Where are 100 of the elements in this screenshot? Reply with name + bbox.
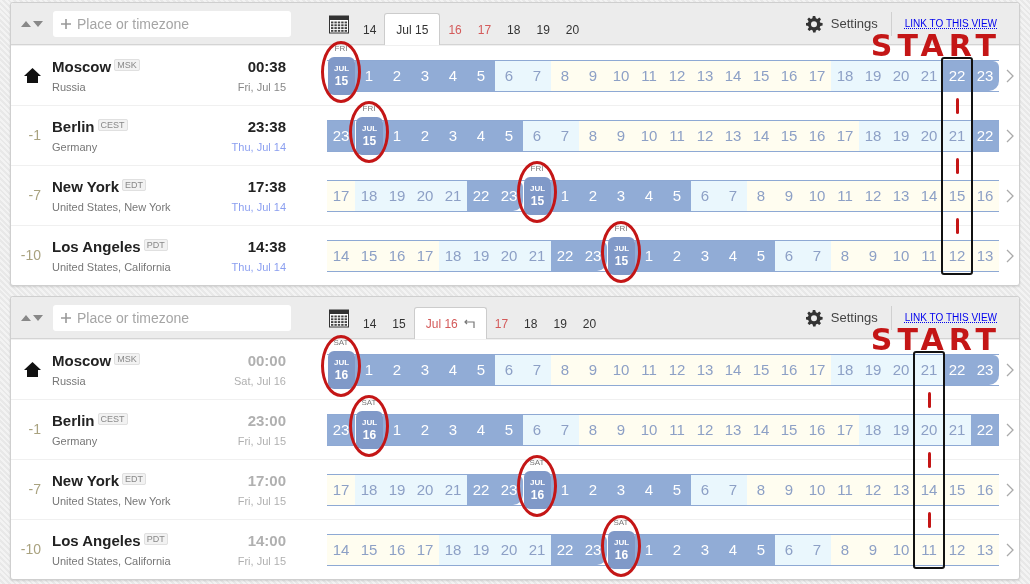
hour-cell[interactable]: 16 <box>775 354 803 385</box>
hour-cell[interactable]: 23 <box>495 474 523 505</box>
hour-cell[interactable]: 10 <box>635 120 663 151</box>
hour-cell[interactable]: 7 <box>523 354 551 385</box>
hour-cell[interactable]: 21 <box>439 180 467 211</box>
hour-cell[interactable]: 5 <box>663 180 691 211</box>
hour-cell[interactable]: 5 <box>495 120 523 151</box>
hour-cell[interactable]: 3 <box>691 534 719 565</box>
hour-cell[interactable]: 8 <box>551 354 579 385</box>
hour-cell[interactable]: 8 <box>831 534 859 565</box>
hour-cell[interactable]: 18 <box>859 414 887 445</box>
day-tab[interactable]: 20 <box>574 307 605 339</box>
hour-cell[interactable]: 8 <box>747 474 775 505</box>
hour-cell[interactable]: 16 <box>383 240 411 271</box>
hour-cell[interactable]: 11 <box>831 474 859 505</box>
hour-cell[interactable]: 19 <box>887 120 915 151</box>
hour-cell[interactable]: 9 <box>607 414 635 445</box>
hour-cell[interactable]: 15 <box>355 240 383 271</box>
day-tab[interactable]: 16 <box>440 13 470 45</box>
hour-cell[interactable]: 8 <box>747 180 775 211</box>
hour-cell[interactable]: 3 <box>411 60 439 91</box>
hour-cell[interactable]: 6 <box>495 354 523 385</box>
hour-cell[interactable]: 16 <box>383 534 411 565</box>
date-cell[interactable]: JUL 15 <box>328 56 355 95</box>
hour-cell[interactable]: 13 <box>691 60 719 91</box>
hour-cell[interactable]: 23 <box>327 414 355 445</box>
hour-cell[interactable]: 14 <box>327 240 355 271</box>
hour-cell[interactable]: 15 <box>747 60 775 91</box>
day-tab[interactable]: Jul 16 <box>413 307 487 339</box>
chevron-right-icon[interactable] <box>1005 128 1015 143</box>
hour-cell[interactable]: 3 <box>607 180 635 211</box>
hour-cell[interactable]: 7 <box>803 534 831 565</box>
hour-cell[interactable]: 13 <box>887 180 915 211</box>
hour-cell[interactable]: 11 <box>915 534 943 565</box>
hour-cell[interactable]: 10 <box>635 414 663 445</box>
hour-cell[interactable]: 17 <box>803 354 831 385</box>
hour-cell[interactable]: 12 <box>859 180 887 211</box>
hour-cell[interactable]: 10 <box>887 534 915 565</box>
hour-cell[interactable]: 4 <box>439 354 467 385</box>
hour-cell[interactable]: 12 <box>943 240 971 271</box>
hour-cell[interactable]: 21 <box>915 354 943 385</box>
hour-cell[interactable]: 1 <box>383 414 411 445</box>
hour-cell[interactable]: 2 <box>411 414 439 445</box>
hour-cell[interactable]: 10 <box>803 474 831 505</box>
hour-cell[interactable]: 13 <box>719 414 747 445</box>
return-icon[interactable] <box>462 318 475 329</box>
hour-cell[interactable]: 19 <box>383 180 411 211</box>
hour-cell[interactable]: 6 <box>691 180 719 211</box>
hour-cell[interactable]: 16 <box>803 414 831 445</box>
hour-cell[interactable]: 14 <box>915 474 943 505</box>
day-tab[interactable]: 19 <box>545 307 575 339</box>
hour-cell[interactable]: 19 <box>859 60 887 91</box>
hour-cell[interactable]: 4 <box>439 60 467 91</box>
chevron-right-icon[interactable] <box>1005 248 1015 263</box>
hour-cell[interactable]: 18 <box>831 60 859 91</box>
hour-cell[interactable]: 13 <box>971 534 999 565</box>
hour-cell[interactable]: 18 <box>355 474 383 505</box>
date-cell[interactable]: JUL 16 <box>608 530 635 569</box>
hour-cell[interactable]: 8 <box>579 414 607 445</box>
hour-cell[interactable]: 23 <box>327 120 355 151</box>
hour-cell[interactable]: 5 <box>747 240 775 271</box>
hour-cell[interactable]: 10 <box>607 60 635 91</box>
date-cell[interactable]: JUL 16 <box>356 410 383 449</box>
hour-cell[interactable]: 20 <box>495 240 523 271</box>
hour-cell[interactable]: 13 <box>971 240 999 271</box>
chevron-right-icon[interactable] <box>1005 362 1015 377</box>
hour-cell[interactable]: 11 <box>635 60 663 91</box>
hour-cell[interactable]: 18 <box>439 240 467 271</box>
hour-cell[interactable]: 20 <box>411 474 439 505</box>
hour-cell[interactable]: 12 <box>943 534 971 565</box>
hour-cell[interactable]: 11 <box>663 414 691 445</box>
day-tab[interactable]: 19 <box>528 13 558 45</box>
hour-cell[interactable]: 22 <box>551 534 579 565</box>
hour-cell[interactable]: 2 <box>579 474 607 505</box>
search-field[interactable]: Place or timezone <box>53 304 291 331</box>
day-tab[interactable]: 17 <box>469 13 500 45</box>
hour-cell[interactable]: 4 <box>635 180 663 211</box>
hour-cell[interactable]: 14 <box>327 534 355 565</box>
hour-cell[interactable]: 2 <box>383 60 411 91</box>
hour-cell[interactable]: 4 <box>635 474 663 505</box>
hour-cell[interactable]: 17 <box>327 180 355 211</box>
hour-cell[interactable]: 2 <box>663 240 691 271</box>
chevron-right-icon[interactable] <box>1005 542 1015 557</box>
hour-cell[interactable]: 11 <box>663 120 691 151</box>
hour-cell[interactable]: 16 <box>971 180 999 211</box>
hour-cell[interactable]: 18 <box>439 534 467 565</box>
hour-cell[interactable]: 16 <box>803 120 831 151</box>
day-tab[interactable]: Jul 15 <box>384 13 441 45</box>
hour-cell[interactable]: 6 <box>523 414 551 445</box>
day-tab[interactable]: 17 <box>486 307 517 339</box>
hour-cell[interactable]: 12 <box>859 474 887 505</box>
hour-cell[interactable]: 13 <box>719 120 747 151</box>
hour-cell[interactable]: 3 <box>439 414 467 445</box>
hour-cell[interactable]: 2 <box>383 354 411 385</box>
hour-cell[interactable]: 15 <box>775 414 803 445</box>
link[interactable]: LINK TO THIS VIEW <box>904 16 997 31</box>
hour-cell[interactable]: 17 <box>327 474 355 505</box>
day-tab[interactable]: 20 <box>557 13 588 45</box>
hour-cell[interactable]: 23 <box>971 354 999 385</box>
hour-cell[interactable]: 5 <box>747 534 775 565</box>
